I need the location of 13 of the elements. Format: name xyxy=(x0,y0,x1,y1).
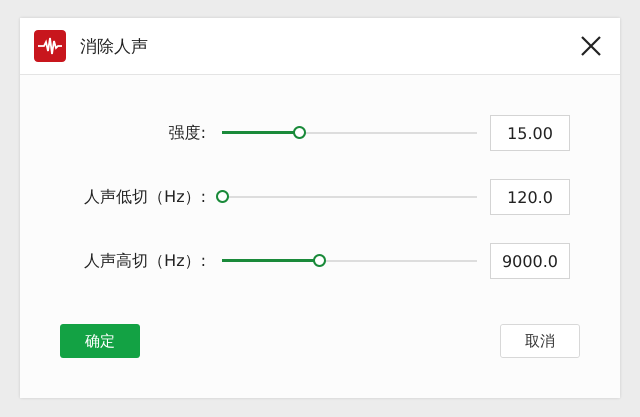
slider-thumb[interactable] xyxy=(292,126,306,139)
close-button[interactable] xyxy=(580,35,602,57)
slider-label: 人声高切（Hz）: xyxy=(83,250,206,272)
value-field[interactable]: 9000.0 xyxy=(490,243,570,279)
slider-thumb[interactable] xyxy=(216,190,229,203)
value-field[interactable]: 15.00 xyxy=(490,115,570,151)
slider-label: 强度: xyxy=(168,122,206,144)
waveform-icon xyxy=(34,30,66,62)
window-title: 消除人声 xyxy=(80,36,149,58)
slider-thumb[interactable] xyxy=(312,254,326,267)
value-field[interactable]: 120.0 xyxy=(490,179,570,215)
slider-label: 人声低切（Hz）: xyxy=(83,186,206,208)
cancel-button[interactable]: 取消 xyxy=(500,324,580,358)
